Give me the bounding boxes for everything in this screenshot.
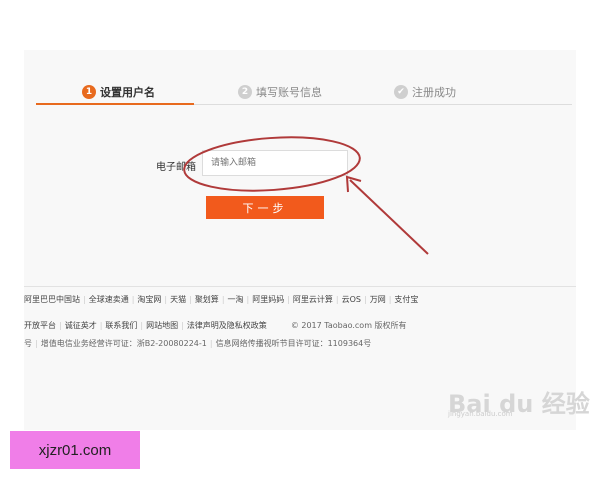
step-label: 填写账号信息 xyxy=(256,86,322,99)
step-account-info: 2 填写账号信息 xyxy=(238,82,322,102)
email-field[interactable] xyxy=(202,150,348,176)
baidu-watermark-url: jingyan.baidu.com xyxy=(448,410,513,418)
footer-link[interactable]: 阿里巴巴中国站 xyxy=(24,294,80,305)
footer-link[interactable]: 云OS xyxy=(342,294,361,305)
footer-secondary-links: 开放平台 | 诚征英才 | 联系我们 | 网站地图 | 法律声明及隐私权政策 xyxy=(24,320,267,331)
footer-separator: | xyxy=(99,321,103,330)
footer-link[interactable]: 聚划算 xyxy=(195,294,219,305)
footer-separator: | xyxy=(164,295,168,304)
license-prefix-2: 信息网络传播视听节目许可证： xyxy=(215,339,328,348)
active-step-underline xyxy=(36,103,194,105)
license-prefix: 增值电信业务经营许可证： xyxy=(40,339,137,348)
footer-divider xyxy=(24,286,576,287)
footer-links-row-secondary: 开放平台 | 诚征英才 | 联系我们 | 网站地图 | 法律声明及隐私权政策 © 2017 Ta… xyxy=(24,320,407,331)
footer-separator: | xyxy=(209,339,213,348)
footer-separator: | xyxy=(35,339,38,348)
email-label: 电子邮箱 xyxy=(156,162,196,173)
screenshot-canvas: 1 设置用户名 2 填写账号信息 ✔ 注册成功 电子邮箱 下一步 阿里巴巴中国站… xyxy=(0,0,600,480)
footer-link[interactable]: 万网 xyxy=(370,294,386,305)
footer-link[interactable]: 一淘 xyxy=(228,294,244,305)
footer-separator: | xyxy=(388,295,392,304)
footer-separator: | xyxy=(221,295,225,304)
footer-link[interactable]: 天猫 xyxy=(170,294,186,305)
registration-panel xyxy=(24,50,576,430)
next-step-button[interactable]: 下一步 xyxy=(206,196,324,219)
copyright-text: © 2017 Taobao.com 版权所有 xyxy=(290,321,407,330)
footer-separator: | xyxy=(83,295,86,304)
license-lead: 号 xyxy=(24,339,32,348)
check-icon: ✔ xyxy=(394,85,408,99)
footer-license-row: 号 | 增值电信业务经营许可证： 浙B2-20080224-1 | 信息网络传播… xyxy=(24,338,371,349)
step-label: 注册成功 xyxy=(412,86,456,99)
footer-separator: | xyxy=(287,295,290,304)
footer-separator: | xyxy=(246,295,250,304)
footer-link[interactable]: 开放平台 xyxy=(24,321,56,330)
license-number-2: 1109364号 xyxy=(327,339,372,348)
footer-separator: | xyxy=(131,295,135,304)
footer-link[interactable]: 阿里云计算 xyxy=(293,294,333,305)
license-number: 浙B2-20080224-1 xyxy=(136,339,207,348)
step-success: ✔ 注册成功 xyxy=(394,82,456,102)
footer-separator: | xyxy=(59,321,62,330)
footer-link[interactable]: 诚征英才 xyxy=(65,321,97,330)
step-label: 设置用户名 xyxy=(100,86,155,99)
footer-link[interactable]: 网站地图 xyxy=(146,321,178,330)
footer-link[interactable]: 淘宝网 xyxy=(137,294,161,305)
footer-links-row: 阿里巴巴中国站 | 全球速卖通 | 淘宝网 | 天猫 | 聚划算 | 一淘 | 阿里妈妈 | 阿里云计算 | 云… xyxy=(24,294,418,305)
footer-link[interactable]: 联系我们 xyxy=(105,321,137,330)
footer-link[interactable]: 支付宝 xyxy=(394,294,418,305)
footer-separator: | xyxy=(364,295,367,304)
step-number-badge: 1 xyxy=(82,85,96,99)
step-set-username: 1 设置用户名 xyxy=(82,82,155,102)
footer-separator: | xyxy=(181,321,184,330)
footer-link[interactable]: 法律声明及隐私权政策 xyxy=(187,321,267,330)
footer-link[interactable]: 全球速卖通 xyxy=(89,294,129,305)
step-number-badge: 2 xyxy=(238,85,252,99)
registration-steps: 1 设置用户名 2 填写账号信息 ✔ 注册成功 xyxy=(36,78,572,106)
footer-separator: | xyxy=(189,295,192,304)
site-tag: xjzr01.com xyxy=(10,431,140,469)
footer-separator: | xyxy=(335,295,339,304)
footer-separator: | xyxy=(140,321,144,330)
footer-link[interactable]: 阿里妈妈 xyxy=(252,294,284,305)
